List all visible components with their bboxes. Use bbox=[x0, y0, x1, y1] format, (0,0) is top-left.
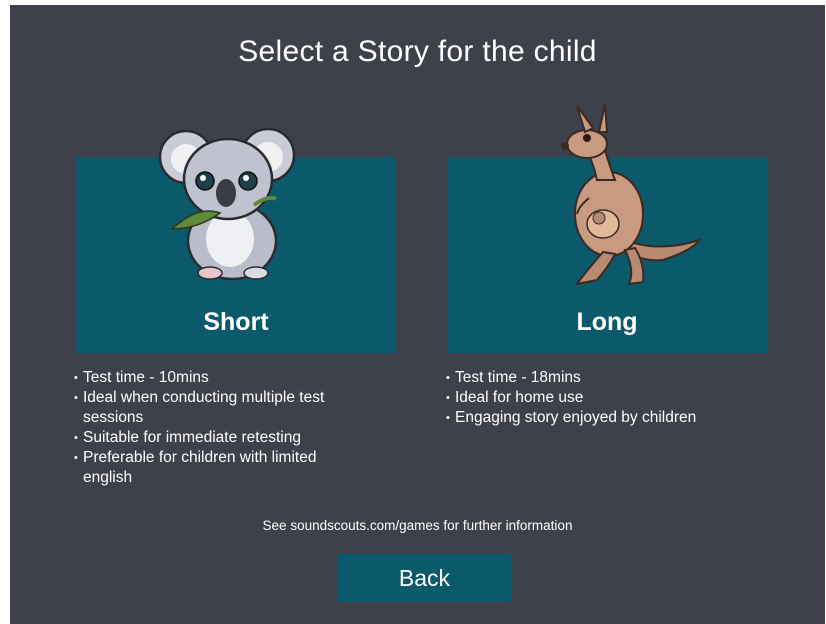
story-select-screen: Select a Story for the child Short Long bbox=[10, 5, 825, 624]
short-story-label: Short bbox=[203, 308, 269, 336]
list-item: Ideal for home use bbox=[446, 388, 766, 408]
long-story-label: Long bbox=[576, 308, 638, 336]
list-item: Test time - 10mins bbox=[74, 368, 364, 388]
koala-icon[interactable] bbox=[158, 121, 298, 283]
list-item: Ideal when conducting multiple test sess… bbox=[74, 388, 364, 428]
back-button[interactable]: Back bbox=[338, 554, 511, 602]
long-story-details: Test time - 18mins Ideal for home use En… bbox=[446, 368, 766, 428]
info-text: See soundscouts.com/games for further in… bbox=[262, 518, 573, 533]
short-story-details: Test time - 10mins Ideal when conducting… bbox=[74, 368, 364, 488]
list-item: Preferable for children with limited eng… bbox=[74, 448, 364, 488]
list-item: Test time - 18mins bbox=[446, 368, 766, 388]
list-item: Engaging story enjoyed by children bbox=[446, 408, 766, 428]
kangaroo-icon[interactable] bbox=[543, 102, 703, 292]
page-title: Select a Story for the child bbox=[238, 35, 597, 68]
list-item: Suitable for immediate retesting bbox=[74, 428, 364, 448]
